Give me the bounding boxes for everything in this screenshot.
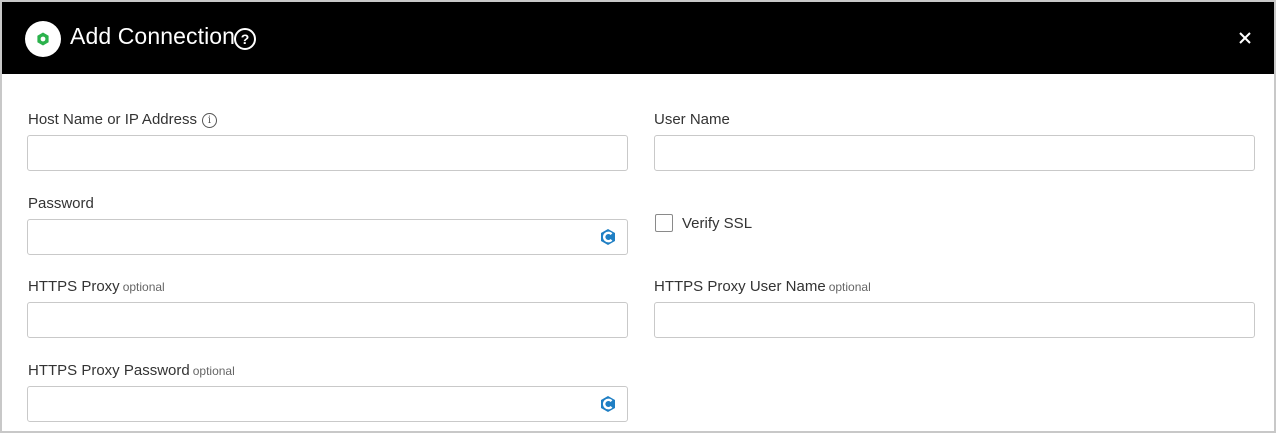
hexagon-logo-icon (25, 21, 61, 57)
https-proxy-username-label-text: HTTPS Proxy User Name (654, 278, 826, 295)
https-proxy-input[interactable] (27, 302, 628, 338)
optional-tag: optional (828, 280, 871, 294)
host-input[interactable] (27, 135, 628, 171)
optional-tag: optional (192, 364, 235, 378)
info-icon[interactable]: i (201, 113, 217, 128)
password-label: Password (28, 195, 94, 212)
username-input[interactable] (654, 135, 1255, 171)
verify-ssl-label[interactable]: Verify SSL (682, 215, 752, 232)
host-label-text: Host Name or IP Address (28, 111, 197, 128)
question-circle-icon[interactable]: ? (234, 28, 256, 50)
https-proxy-password-label-text: HTTPS Proxy Password (28, 362, 190, 379)
https-proxy-label-text: HTTPS Proxy (28, 278, 120, 295)
add-connection-dialog: Add Connection ? Host Name or IP Address… (0, 0, 1276, 433)
cyberark-vault-icon[interactable] (599, 395, 617, 413)
dialog-header: Add Connection ? (2, 2, 1274, 74)
password-input[interactable] (27, 219, 628, 255)
https-proxy-username-input[interactable] (654, 302, 1255, 338)
https-proxy-password-label: HTTPS Proxy Password optional (28, 362, 235, 379)
close-icon[interactable] (1236, 29, 1254, 47)
cyberark-vault-icon[interactable] (599, 228, 617, 246)
optional-tag: optional (122, 280, 165, 294)
host-label: Host Name or IP Address i (28, 111, 217, 128)
https-proxy-username-label: HTTPS Proxy User Name optional (654, 278, 871, 295)
https-proxy-label: HTTPS Proxy optional (28, 278, 165, 295)
dialog-title: Add Connection (70, 23, 236, 49)
https-proxy-password-input[interactable] (27, 386, 628, 422)
verify-ssl-checkbox[interactable] (655, 214, 673, 232)
username-label: User Name (654, 111, 730, 128)
